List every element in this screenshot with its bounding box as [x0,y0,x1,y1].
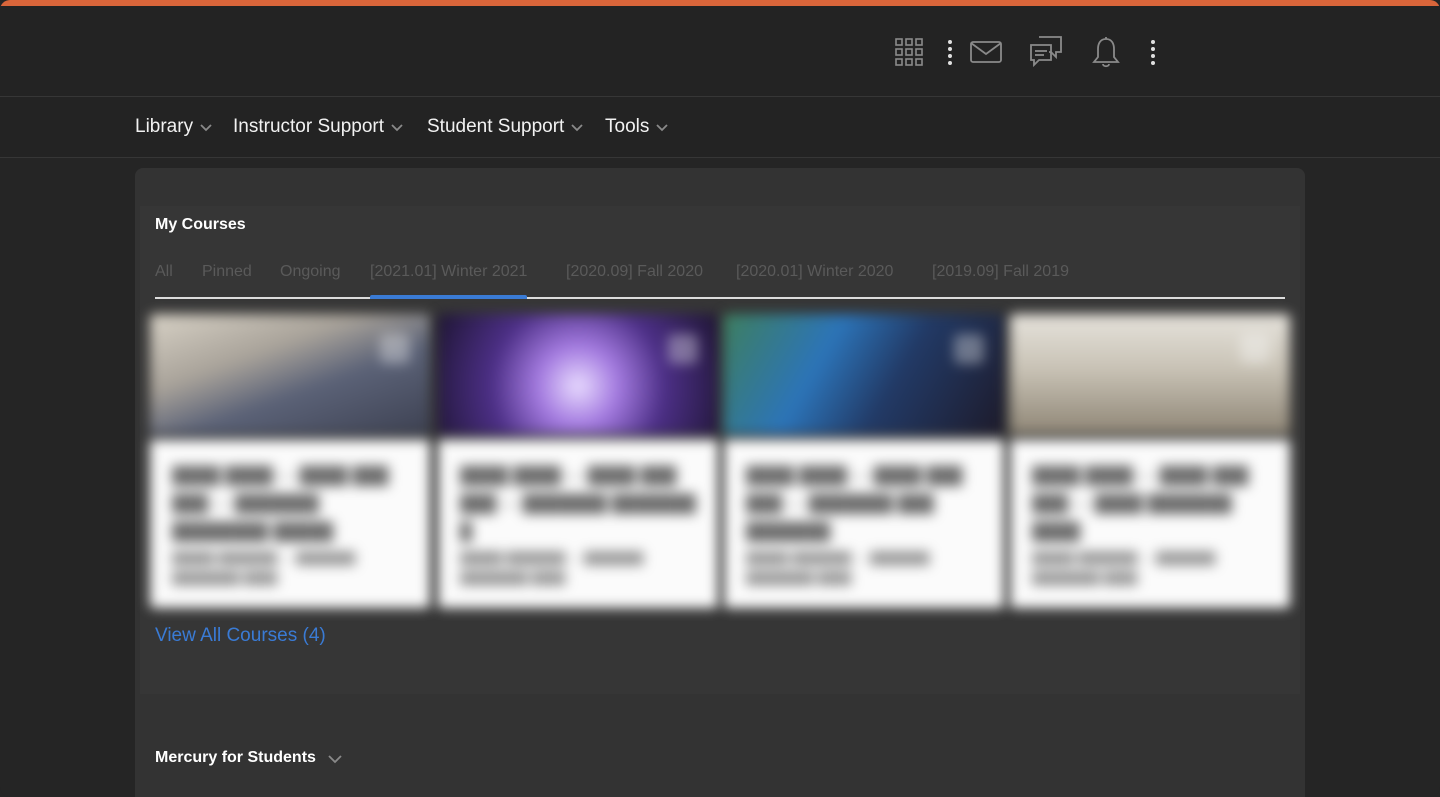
course-image [150,314,430,434]
course-card[interactable]: ████ ████ — ████ ███ ███ — ███████ ███ █… [724,314,1004,608]
bell-icon[interactable] [1088,34,1124,70]
my-courses-title: My Courses [155,216,246,233]
pin-icon[interactable] [668,334,698,364]
nav-instructor-support-label: Instructor Support [233,116,385,137]
course-title-blurred: ████ ████ — ████ ███ ███ — ███████ ███ █… [746,466,963,541]
pin-icon[interactable] [954,334,984,364]
chevron-down-icon [391,124,403,132]
mail-icon[interactable] [966,36,1006,68]
tab-ongoing[interactable]: Ongoing [280,261,341,297]
course-card-body: ████ ████ — ████ ███ ███ — ███████ █████… [438,434,718,608]
apps-grid-icon[interactable] [893,36,925,68]
nav-instructor-support[interactable]: Instructor Support [233,97,403,157]
tab-fall-2019[interactable]: [2019.09] Fall 2019 [932,261,1069,297]
chevron-down-icon [328,754,342,763]
mercury-widget-title: Mercury for Students [155,749,316,766]
course-card-body: ████ ████ — ████ ███ ███ — ███████ ███ █… [724,434,1004,608]
homepage-panel: My Courses All Pinned Ongoing [2021.01] … [135,168,1305,797]
nav-tools-label: Tools [605,116,650,137]
course-subtitle-blurred: █████ ███████ — ███████ ████████ ████ [460,551,644,585]
view-all-courses-link[interactable]: View All Courses (4) [155,625,326,647]
course-subtitle-blurred: █████ ███████ — ███████ ████████ ████ [172,551,356,585]
tab-winter-2020[interactable]: [2020.01] Winter 2020 [736,261,893,297]
mercury-widget-header[interactable]: Mercury for Students [155,749,342,767]
nav-tools[interactable]: Tools [605,97,668,157]
course-image [1010,314,1290,434]
chevron-down-icon [200,124,212,132]
course-image [438,314,718,434]
chevron-down-icon [656,124,668,132]
main-nav: Library Instructor Support Student Suppo… [0,97,1440,158]
course-subtitle-blurred: █████ ███████ — ███████ ████████ ████ [746,551,930,585]
nav-student-support-label: Student Support [427,116,565,137]
course-image [724,314,1004,434]
nav-student-support[interactable]: Student Support [427,97,583,157]
nav-library[interactable]: Library [135,97,212,157]
more-vertical-icon[interactable] [940,36,960,68]
tab-all[interactable]: All [155,261,173,297]
tab-fall-2020[interactable]: [2020.09] Fall 2020 [566,261,703,297]
nav-library-label: Library [135,116,194,137]
course-card[interactable]: ████ ████ — ████ ███ ███ — ████ ███████ … [1010,314,1290,608]
pin-icon[interactable] [1240,334,1270,364]
course-subtitle-blurred: █████ ███████ — ███████ ████████ ████ [1032,551,1216,585]
tab-winter-2021[interactable]: [2021.01] Winter 2021 [370,261,528,299]
top-header [0,6,1440,97]
more-vertical-icon[interactable] [1143,36,1163,68]
tab-pinned[interactable]: Pinned [202,261,252,297]
course-card[interactable]: ████ ████ — ████ ███ ███ — ███████ █████… [150,314,430,608]
course-term-tabs: All Pinned Ongoing [2021.01] Winter 2021… [155,261,1285,299]
chevron-down-icon [571,124,583,132]
pin-icon[interactable] [380,334,410,364]
course-title-blurred: ████ ████ — ████ ███ ███ — ███████ █████… [460,466,696,541]
course-card-body: ████ ████ — ████ ███ ███ — ███████ █████… [150,434,430,608]
course-title-blurred: ████ ████ — ████ ███ ███ — ████ ███████ … [1032,466,1249,541]
course-card-body: ████ ████ — ████ ███ ███ — ████ ███████ … [1010,434,1290,608]
course-card[interactable]: ████ ████ — ████ ███ ███ — ███████ █████… [438,314,718,608]
course-title-blurred: ████ ████ — ████ ███ ███ — ███████ █████… [172,466,389,541]
chat-icon[interactable] [1026,34,1066,70]
browser-frame: Library Instructor Support Student Suppo… [0,0,1440,797]
